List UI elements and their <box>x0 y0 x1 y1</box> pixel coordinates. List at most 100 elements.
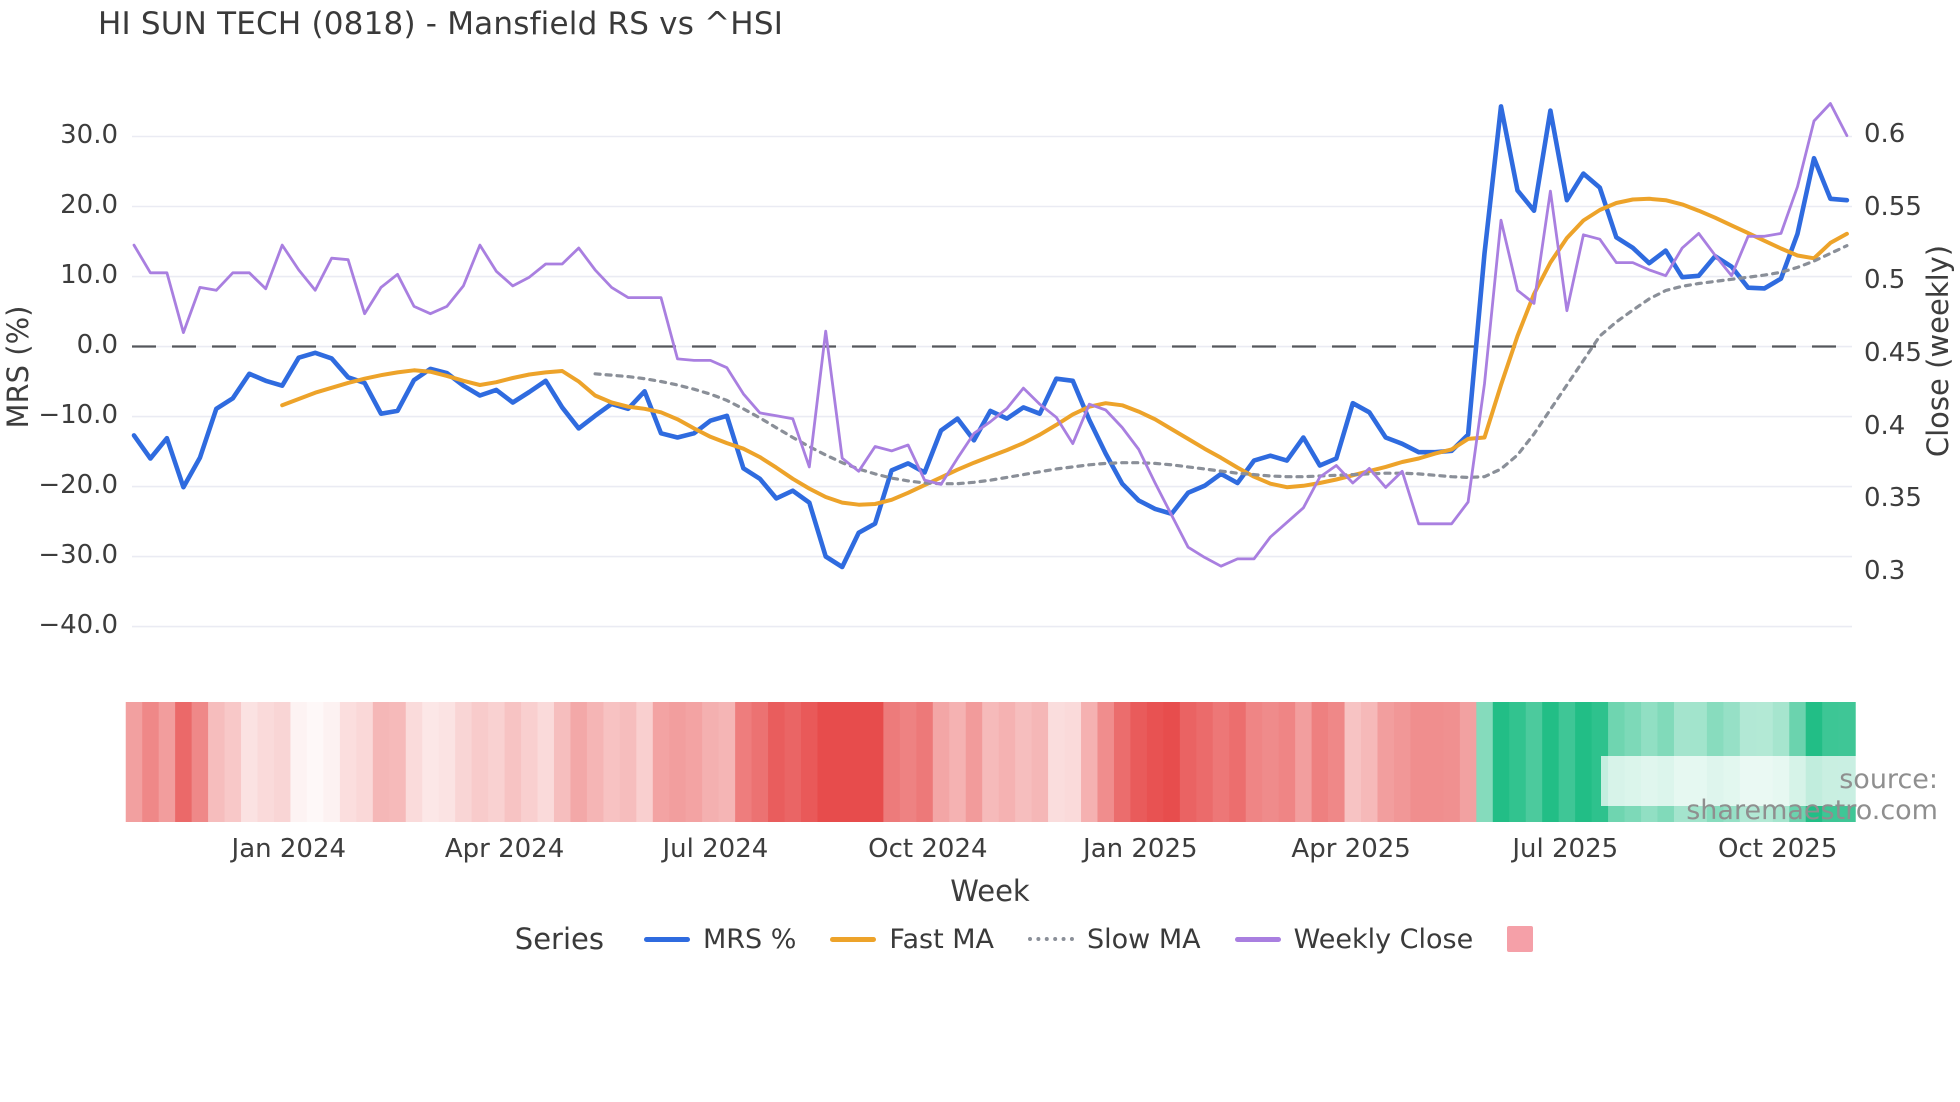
heatmap-cell <box>1097 702 1115 822</box>
heatmap-cell <box>1476 702 1494 822</box>
heatmap-cell <box>735 702 753 822</box>
heatmap-cell <box>241 702 259 822</box>
heatmap-cell <box>1311 702 1329 822</box>
heatmap-cell <box>273 702 292 822</box>
heatmap-cell <box>1459 702 1477 822</box>
series-slow-ma <box>593 244 1849 486</box>
heatmap-cell <box>685 702 703 822</box>
heatmap-cell <box>504 702 522 822</box>
heatmap-cell <box>1229 702 1247 822</box>
heatmap-cell <box>405 702 423 822</box>
heatmap-cell <box>965 702 983 822</box>
x-axis-tick: Oct 2025 <box>1718 834 1838 864</box>
heatmap-cell <box>1575 702 1593 822</box>
heatmap-cell <box>553 702 572 822</box>
heatmap-cell <box>339 702 357 822</box>
heatmap-cell <box>603 702 621 822</box>
heatmap-cell <box>949 702 967 822</box>
x-axis-tick: Apr 2025 <box>1291 834 1411 864</box>
heatmap-cell <box>833 702 852 822</box>
legend-title: Series <box>514 922 604 956</box>
heatmap-cell <box>1361 702 1379 822</box>
heatmap-cell <box>586 702 604 822</box>
heatmap-cell <box>422 702 440 822</box>
left-axis-tick: −30.0 <box>38 539 118 570</box>
heatmap-cell <box>702 702 720 822</box>
heatmap-cell <box>1212 702 1230 822</box>
heatmap-cell <box>866 702 884 822</box>
heatmap-cell <box>1393 702 1412 822</box>
legend-items: MRS % Fast MA Slow MA Weekly Close <box>643 923 1534 955</box>
x-axis-tick: Jan 2025 <box>1083 834 1198 864</box>
x-axis-tick: Jul 2024 <box>662 834 769 864</box>
heatmap-cell <box>998 702 1016 822</box>
source-note: source: sharemaestro.com <box>1686 764 1938 826</box>
heatmap-cell <box>1031 702 1049 822</box>
heatmap-cell <box>125 702 143 822</box>
left-axis-tick: 30.0 <box>60 119 118 150</box>
legend-swatch-icon <box>1507 926 1534 952</box>
left-axis-tick: −40.0 <box>38 609 118 640</box>
heatmap-cell <box>537 702 555 822</box>
heatmap-cell <box>142 702 160 822</box>
heatmap-cell <box>1130 702 1148 822</box>
heatmap-cell <box>570 702 588 822</box>
left-axis-tick: −10.0 <box>38 399 118 430</box>
heatmap-cell <box>1542 702 1560 822</box>
heatmap-cell <box>175 702 193 822</box>
left-axis-tick: 0.0 <box>76 329 118 360</box>
legend-item-weekly-close: Weekly Close <box>1234 924 1473 955</box>
heatmap-cell <box>372 702 390 822</box>
right-axis-tick: 0.3 <box>1864 556 1906 587</box>
heatmap-cell <box>1525 702 1543 822</box>
legend-swatch-icon <box>830 936 877 942</box>
heatmap-cell <box>455 702 473 822</box>
heatmap-cell <box>932 702 950 822</box>
heatmap-cell <box>883 702 901 822</box>
legend-item-fast-ma: Fast MA <box>830 924 994 955</box>
heatmap-cell <box>982 702 1000 822</box>
chart-title: HI SUN TECH (0818) - Mansfield RS vs ^HS… <box>98 6 784 42</box>
legend-item-label: MRS % <box>702 923 797 955</box>
x-axis-tick: Jul 2025 <box>1512 834 1619 864</box>
heatmap-cell <box>1278 702 1296 822</box>
heatmap-cell <box>768 702 786 822</box>
heatmap-cell <box>1426 702 1444 822</box>
right-axis-tick: 0.6 <box>1864 118 1906 149</box>
heatmap-cell <box>438 702 456 822</box>
heatmap-cell <box>801 702 819 822</box>
heatmap-cell <box>521 702 539 822</box>
right-axis-tick: 0.5 <box>1864 264 1906 295</box>
heatmap-cell <box>751 702 769 822</box>
heatmap-cell <box>1410 702 1428 822</box>
heatmap-cell <box>356 702 374 822</box>
heatmap-cell <box>1163 702 1181 822</box>
x-axis-tick: Jan 2024 <box>231 834 347 864</box>
right-axis-tick: 0.4 <box>1864 410 1906 441</box>
right-axis-tick: 0.45 <box>1864 337 1922 368</box>
x-axis-tick: Oct 2024 <box>868 834 988 864</box>
heatmap-cell <box>290 702 308 822</box>
heatmap-cell <box>1245 702 1263 822</box>
right-axis-tick: 0.55 <box>1864 191 1922 222</box>
heatmap-cell <box>1113 702 1132 822</box>
heatmap-cell <box>718 702 736 822</box>
legend-item-heatmap <box>1507 926 1534 952</box>
right-axis-tick: 0.35 <box>1864 483 1922 514</box>
heatmap-cell <box>916 702 934 822</box>
heatmap-cell <box>850 702 868 822</box>
legend-item-mrs-: MRS % <box>643 923 797 955</box>
heatmap-cell <box>669 702 687 822</box>
heatmap-cell <box>652 702 670 822</box>
heatmap-cell <box>1509 702 1527 822</box>
legend-swatch-icon <box>643 936 690 942</box>
left-axis-tick: −20.0 <box>38 469 118 500</box>
heatmap-cell <box>306 702 324 822</box>
legend-swatch-icon <box>1028 937 1075 941</box>
heatmap-cell <box>784 702 802 822</box>
heatmap-cell <box>257 702 275 822</box>
heatmap-cell <box>1081 702 1099 822</box>
legend: Series MRS % Fast MA Slow MA Weekly Close <box>0 922 1960 956</box>
legend-swatch-icon <box>1234 936 1281 942</box>
legend-item-label: Fast MA <box>889 923 995 955</box>
